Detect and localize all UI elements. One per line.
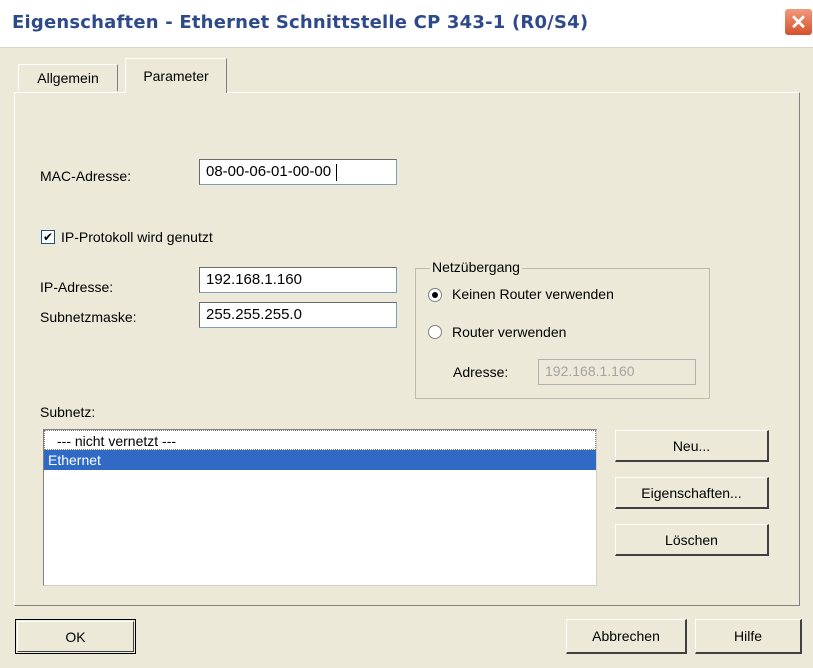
subnet-mask-field[interactable]: 255.255.255.0 [199, 302, 397, 328]
cancel-button[interactable]: Abbrechen [566, 619, 687, 654]
no-router-radio[interactable] [428, 288, 442, 302]
mac-address-value: 08-00-06-01-00-00 [206, 163, 332, 180]
subnet-list[interactable]: --- nicht vernetzt --- Ethernet [43, 429, 597, 586]
router-label: Router verwenden [452, 324, 567, 340]
ip-protocol-checkbox[interactable]: ✔ [41, 230, 55, 244]
mac-address-label: MAC-Adresse: [40, 168, 132, 184]
router-address-label: Adresse: [453, 364, 509, 380]
tab-parameter[interactable]: Parameter [125, 58, 227, 95]
ip-protocol-label: IP-Protokoll wird genutzt [61, 229, 213, 245]
title-bar: Eigenschaften - Ethernet Schnittstelle C… [0, 0, 813, 48]
tab-allgemein[interactable]: Allgemein [18, 64, 118, 91]
ok-button[interactable]: OK [15, 619, 136, 654]
delete-subnet-button[interactable]: Löschen [615, 524, 769, 556]
list-item[interactable]: Ethernet [44, 450, 596, 470]
help-button[interactable]: Hilfe [695, 619, 802, 654]
check-icon: ✔ [42, 230, 54, 244]
window-title: Eigenschaften - Ethernet Schnittstelle C… [12, 12, 589, 33]
router-address-field: 192.168.1.160 [538, 359, 696, 385]
gateway-legend: Netzübergang [430, 259, 522, 275]
ip-address-label: IP-Adresse: [40, 279, 114, 295]
mac-address-field[interactable]: 08-00-06-01-00-00 [199, 159, 397, 185]
ip-address-value: 192.168.1.160 [206, 271, 302, 288]
subnet-mask-label: Subnetzmaske: [40, 309, 137, 325]
no-router-label: Keinen Router verwenden [452, 286, 614, 302]
new-subnet-button[interactable]: Neu... [615, 430, 769, 462]
ip-address-field[interactable]: 192.168.1.160 [199, 267, 397, 293]
router-address-value: 192.168.1.160 [545, 363, 635, 379]
close-button[interactable]: ✕ [784, 8, 813, 36]
close-icon: ✕ [790, 11, 807, 34]
ok-button-label: OK [17, 621, 134, 652]
subnet-properties-button[interactable]: Eigenschaften... [615, 477, 769, 509]
list-item[interactable]: --- nicht vernetzt --- [44, 430, 596, 450]
subnet-mask-value: 255.255.255.0 [206, 306, 302, 323]
router-radio[interactable] [428, 325, 442, 339]
subnet-label: Subnetz: [40, 404, 96, 420]
